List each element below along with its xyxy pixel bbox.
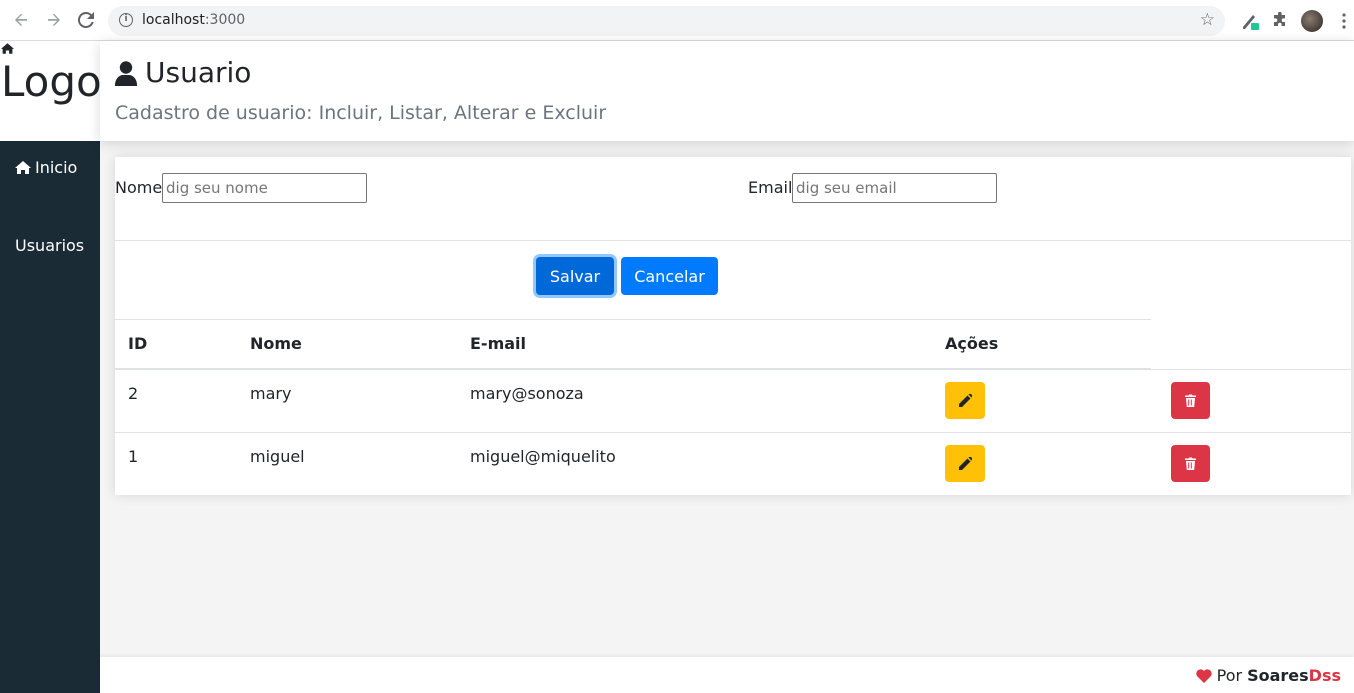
column-header-actions: Ações — [945, 334, 999, 353]
delete-button[interactable] — [1171, 382, 1210, 419]
page-subtitle: Cadastro de usuario: Incluir, Listar, Al… — [115, 102, 607, 124]
footer-credit: Por SoaresDss — [1195, 666, 1341, 685]
column-header-id: ID — [128, 334, 148, 353]
edit-button[interactable] — [945, 445, 985, 482]
trash-icon — [1185, 394, 1196, 407]
back-button[interactable] — [10, 9, 32, 31]
user-card: Nome Email Salvar Cancelar ID Nome E-mai… — [115, 157, 1351, 495]
cancel-button[interactable]: Cancelar — [621, 257, 718, 295]
profile-avatar[interactable] — [1301, 10, 1323, 32]
edit-button[interactable] — [945, 382, 985, 419]
cell-id: 2 — [128, 384, 139, 403]
page-title-text: Usuario — [145, 56, 252, 89]
email-input[interactable] — [792, 173, 997, 203]
sidebar: Inicio Usuarios — [0, 141, 100, 693]
browser-menu-icon[interactable] — [1333, 10, 1354, 32]
sidebar-item-inicio[interactable]: Inicio — [15, 158, 77, 177]
trash-icon — [1185, 457, 1196, 470]
save-button[interactable]: Salvar — [536, 257, 614, 295]
page-header: Usuario Cadastro de usuario: Incluir, Li… — [100, 41, 1354, 141]
cell-name: miguel — [250, 447, 305, 466]
sidebar-item-usuarios[interactable]: Usuarios — [15, 236, 84, 255]
address-bar[interactable]: i localhost:3000 ☆ — [108, 6, 1225, 36]
user-icon — [115, 60, 137, 86]
pencil-icon — [958, 457, 972, 470]
page-footer: Por SoaresDss — [100, 657, 1354, 693]
site-info-icon[interactable]: i — [119, 13, 133, 27]
home-icon — [1, 43, 14, 54]
cell-id: 1 — [128, 447, 139, 466]
cell-email: mary@sonoza — [470, 384, 584, 403]
table-row — [115, 432, 1351, 433]
delete-button[interactable] — [1171, 445, 1210, 482]
extensions-puzzle-icon[interactable] — [1269, 10, 1291, 32]
pencil-icon — [958, 394, 972, 407]
divider — [115, 240, 1351, 241]
forward-arrow-icon — [48, 13, 60, 26]
cell-name: mary — [250, 384, 292, 403]
email-label: Email — [748, 178, 793, 197]
sidebar-item-label: Usuarios — [15, 236, 85, 255]
extension-pen-icon[interactable] — [1239, 10, 1261, 32]
logo-text: Logo — [1, 57, 102, 106]
name-input[interactable] — [162, 173, 367, 203]
page-title: Usuario — [115, 55, 251, 91]
sidebar-item-label: Inicio — [35, 158, 78, 177]
reload-button[interactable] — [75, 9, 97, 31]
home-icon — [15, 161, 31, 174]
column-header-name: Nome — [250, 334, 302, 353]
url-text: localhost:3000 — [142, 12, 246, 28]
footer-by: Por — [1216, 666, 1243, 685]
browser-toolbar: i localhost:3000 ☆ — [0, 0, 1354, 41]
table-header-top-border — [115, 319, 1151, 320]
logo-area[interactable]: Logo — [0, 41, 102, 141]
column-header-email: E-mail — [470, 334, 527, 353]
reload-icon — [78, 12, 94, 28]
name-label: Nome — [115, 178, 163, 197]
back-arrow-icon — [15, 13, 27, 26]
footer-author: SoaresDss — [1247, 666, 1341, 685]
table-row — [115, 369, 1351, 370]
bookmark-star-icon[interactable]: ☆ — [1200, 10, 1215, 30]
heart-icon — [1195, 668, 1212, 683]
cell-email: miguel@miquelito — [470, 447, 616, 466]
forward-button[interactable] — [43, 9, 65, 31]
